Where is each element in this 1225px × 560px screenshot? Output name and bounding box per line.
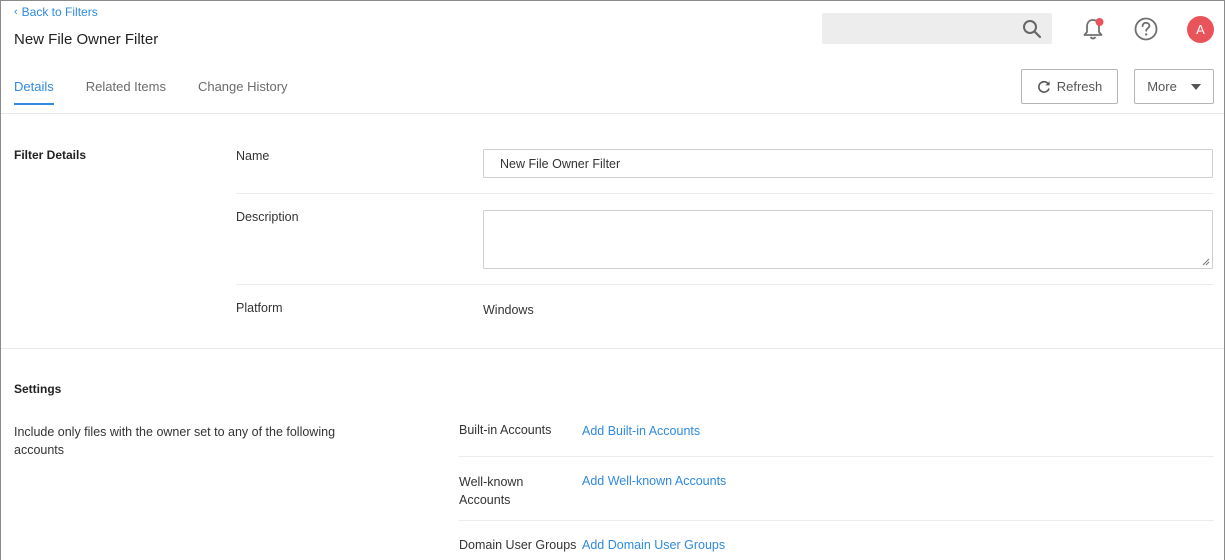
notification-bell-icon[interactable]	[1080, 16, 1106, 42]
built-in-accounts-label: Built-in Accounts	[459, 423, 552, 437]
user-avatar[interactable]: A	[1187, 16, 1214, 43]
row-divider	[459, 456, 1214, 457]
tab-bar: Details Related Items Change History	[14, 79, 288, 105]
back-to-filters-link[interactable]: ‹ Back to Filters	[14, 5, 98, 19]
back-link-label: Back to Filters	[21, 5, 98, 19]
name-label: Name	[236, 149, 270, 163]
tab-change-history[interactable]: Change History	[198, 79, 288, 105]
row-divider	[236, 193, 1214, 194]
settings-heading: Settings	[14, 382, 62, 396]
page-title: New File Owner Filter	[14, 31, 159, 48]
resize-grip-icon[interactable]	[1202, 258, 1210, 266]
row-divider	[236, 284, 1214, 285]
page-frame: ‹ Back to Filters New File Owner Filter …	[0, 0, 1225, 560]
refresh-label: Refresh	[1056, 79, 1103, 94]
refresh-button[interactable]: Refresh	[1021, 69, 1118, 104]
chevron-left-icon: ‹	[14, 6, 18, 18]
search-input[interactable]	[822, 13, 1052, 44]
more-label: More	[1147, 79, 1177, 94]
more-dropdown-button[interactable]: More	[1134, 69, 1214, 104]
description-label: Description	[236, 210, 299, 224]
well-known-accounts-label: Well-known Accounts	[459, 475, 524, 507]
tab-related-items[interactable]: Related Items	[86, 79, 166, 105]
platform-value: Windows	[483, 303, 534, 317]
filter-details-heading: Filter Details	[14, 148, 87, 162]
refresh-icon	[1037, 80, 1050, 93]
domain-user-groups-label: Domain User Groups	[459, 538, 577, 552]
divider	[1, 113, 1224, 114]
settings-description: Include only files with the owner set to…	[14, 425, 336, 457]
caret-down-icon	[1190, 83, 1201, 90]
add-domain-user-groups-link[interactable]: Add Domain User Groups	[582, 538, 725, 552]
add-built-in-accounts-link[interactable]: Add Built-in Accounts	[582, 424, 700, 438]
help-icon[interactable]	[1133, 16, 1159, 42]
name-field[interactable]	[483, 149, 1213, 178]
row-divider	[459, 520, 1214, 521]
description-field[interactable]	[483, 210, 1213, 269]
tab-details[interactable]: Details	[14, 79, 54, 105]
platform-label: Platform	[236, 301, 283, 315]
add-well-known-accounts-link[interactable]: Add Well-known Accounts	[582, 474, 726, 488]
search-icon	[1023, 20, 1042, 39]
divider	[1, 348, 1224, 349]
